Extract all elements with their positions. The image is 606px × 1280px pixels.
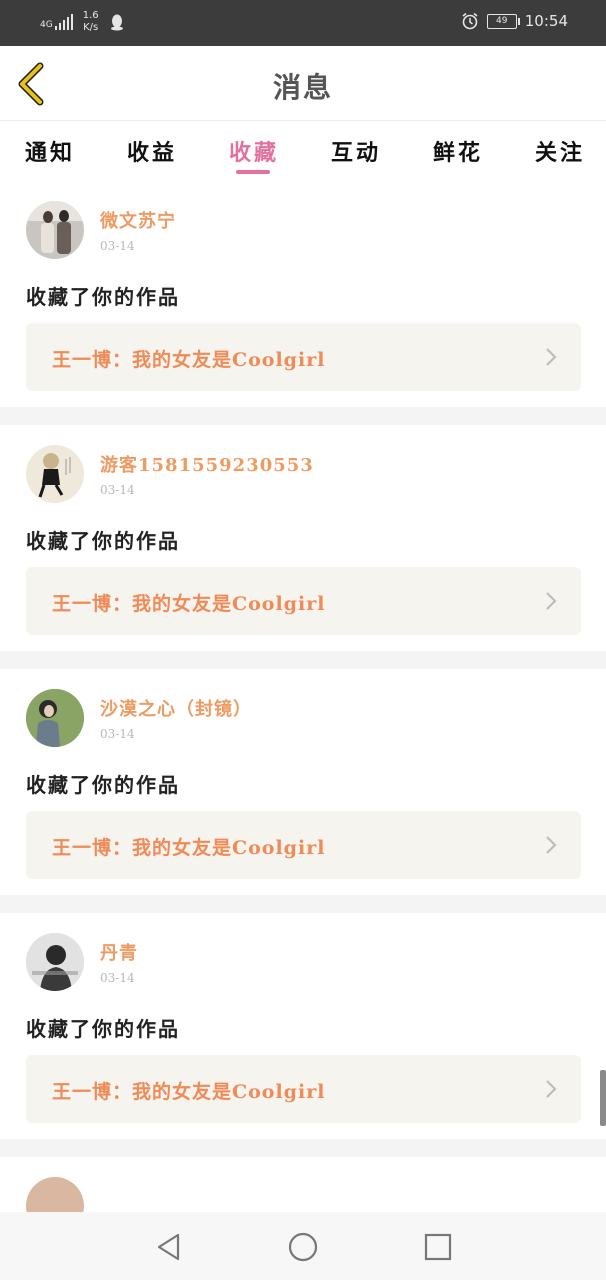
work-link[interactable]: 王一博：我的女友是Coolgirl	[26, 1055, 581, 1123]
work-link[interactable]: 王一博：我的女友是Coolgirl	[26, 567, 581, 635]
clock: 10:54	[524, 12, 568, 30]
message-date: 03-14	[100, 727, 135, 741]
chevron-right-icon	[546, 348, 557, 366]
work-title: 王一博：我的女友是Coolgirl	[52, 349, 326, 371]
tab-interactions[interactable]: 互动	[331, 135, 381, 167]
divider	[0, 1139, 606, 1157]
username[interactable]: 丹青	[100, 939, 138, 965]
chevron-right-icon	[546, 592, 557, 610]
message-date: 03-14	[100, 483, 135, 497]
action-text: 收藏了你的作品	[26, 529, 180, 553]
avatar[interactable]	[26, 689, 84, 747]
work-title: 王一博：我的女友是Coolgirl	[52, 837, 326, 859]
message-card: 游客1581559230553 03-14 收藏了你的作品 王一博：我的女友是C…	[0, 425, 606, 651]
username[interactable]: 微文苏宁	[100, 207, 176, 233]
battery-icon: 49	[486, 13, 520, 29]
message-card: 丹青 03-14 收藏了你的作品 王一博：我的女友是Coolgirl	[0, 913, 606, 1139]
page-title: 消息	[272, 71, 333, 104]
message-card-partial	[0, 1157, 606, 1217]
tab-following[interactable]: 关注	[535, 135, 585, 167]
username[interactable]: 游客1581559230553	[100, 451, 314, 477]
chevron-right-icon	[546, 836, 557, 854]
tab-favorites[interactable]: 收藏	[229, 135, 279, 167]
message-date: 03-14	[100, 971, 135, 985]
speed-unit: K/s	[83, 22, 99, 33]
avatar[interactable]	[26, 1177, 84, 1217]
qq-penguin-icon	[110, 14, 123, 31]
divider	[0, 407, 606, 425]
alarm-icon	[462, 12, 478, 30]
action-text: 收藏了你的作品	[26, 773, 180, 797]
active-tab-indicator	[236, 170, 270, 174]
work-title: 王一博：我的女友是Coolgirl	[52, 593, 326, 615]
message-list: 微文苏宁 03-14 收藏了你的作品 王一博：我的女友是Coolgirl 游客1…	[0, 181, 606, 1217]
network-speed: 1.6 K/s	[83, 10, 99, 34]
username[interactable]: 沙漠之心（封镜）	[100, 695, 252, 721]
avatar[interactable]	[26, 933, 84, 991]
action-text: 收藏了你的作品	[26, 1017, 180, 1041]
tab-flowers[interactable]: 鲜花	[433, 135, 483, 167]
tab-notifications[interactable]: 通知	[25, 135, 75, 167]
speed-value: 1.6	[82, 10, 99, 21]
action-text: 收藏了你的作品	[26, 285, 180, 309]
avatar[interactable]	[26, 201, 84, 259]
signal-bars-icon	[54, 14, 73, 30]
scrollbar[interactable]	[600, 1070, 606, 1126]
divider	[0, 895, 606, 913]
message-card: 微文苏宁 03-14 收藏了你的作品 王一博：我的女友是Coolgirl	[0, 181, 606, 407]
signal-indicator: 4G	[40, 14, 73, 30]
network-type: 4G	[40, 20, 53, 30]
work-title: 王一博：我的女友是Coolgirl	[52, 1081, 326, 1103]
triangle-back-icon[interactable]	[152, 1230, 186, 1264]
status-bar: 4G 1.6 K/s 49 10:54	[0, 0, 606, 46]
chevron-right-icon	[546, 1080, 557, 1098]
divider	[0, 651, 606, 669]
message-card: 沙漠之心（封镜） 03-14 收藏了你的作品 王一博：我的女友是Coolgirl	[0, 669, 606, 895]
square-recent-icon[interactable]	[421, 1230, 455, 1264]
page-header: 消息	[0, 46, 606, 121]
circle-home-icon[interactable]	[286, 1230, 320, 1264]
tab-earnings[interactable]: 收益	[127, 135, 177, 167]
system-nav-bar	[0, 1212, 606, 1280]
work-link[interactable]: 王一博：我的女友是Coolgirl	[26, 323, 581, 391]
message-date: 03-14	[100, 239, 135, 253]
tab-bar: 通知 收益 收藏 互动 鲜花 关注	[0, 121, 606, 181]
work-link[interactable]: 王一博：我的女友是Coolgirl	[26, 811, 581, 879]
avatar[interactable]	[26, 445, 84, 503]
